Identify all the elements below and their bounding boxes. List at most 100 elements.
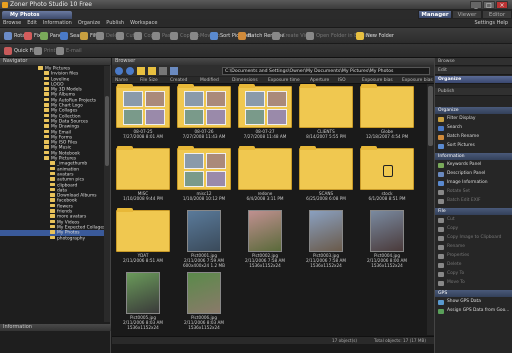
settings-help-links[interactable]: Settings Help <box>475 19 509 28</box>
path-input[interactable]: C:\Documents and Settings\Owner\My Docum… <box>222 67 430 75</box>
column-header-iso[interactable]: ISO <box>338 77 346 84</box>
thumbnail-item[interactable]: misc12 1/10/2008 10:12 PM <box>175 146 233 208</box>
panel-item-assign-gps-data-from-goo[interactable]: Assign GPS Data from Goo... <box>435 307 512 315</box>
tree-scrollbar[interactable] <box>104 66 110 322</box>
panel-item-cut[interactable]: Cut <box>435 216 512 224</box>
grid-scrollbar[interactable] <box>427 84 434 335</box>
toolbar-print-button[interactable]: Print <box>34 45 56 57</box>
close-button[interactable]: × <box>496 1 508 9</box>
thumbnail-item[interactable]: Pict0005.jpg 2/11/2006 8:03 AM 1536x1152x2… <box>114 272 172 332</box>
thumbnail-date: 1/10/2008 9:44 PM <box>123 196 163 201</box>
panel-item-filter-display[interactable]: Filter Display <box>435 115 512 123</box>
folder-preview-images <box>245 91 287 125</box>
panel-item-batch-edit-exif[interactable]: Batch Edit EXIF <box>435 197 512 205</box>
toolbar-e-mail-button[interactable]: E-mail <box>56 45 82 57</box>
copy-icon <box>438 226 444 232</box>
menu-publish[interactable]: Publish <box>103 19 127 28</box>
back-icon[interactable] <box>115 67 123 75</box>
panel-item-image-information[interactable]: Image Information <box>435 179 512 187</box>
tab-editor[interactable]: Editor <box>482 10 512 19</box>
panel-item-delete[interactable]: Delete <box>435 261 512 269</box>
folder-thumbnail <box>238 84 292 128</box>
panel-item-description-panel[interactable]: Description Panel <box>435 170 512 178</box>
view-mode-icon[interactable] <box>159 67 167 75</box>
panel-tab-organize[interactable]: Organize <box>435 76 512 84</box>
folder-tab <box>361 84 377 88</box>
thumbnail-item[interactable]: redone 6/4/2008 3:11 PM <box>236 146 294 208</box>
tree-item[interactable]: photography <box>0 235 104 241</box>
panel-item-copy[interactable]: Copy <box>435 225 512 233</box>
grid-scroll-thumb[interactable] <box>428 86 433 146</box>
minimize-button[interactable]: _ <box>470 1 482 9</box>
panel-item-rename[interactable]: Rename <box>435 243 512 251</box>
menu-browse[interactable]: Browse <box>0 19 24 28</box>
thumbnail-item[interactable]: SCANS 6/25/2008 6:08 PM <box>297 146 355 208</box>
thumbnail-item[interactable]: Globe 12/18/2007 4:54 PM <box>358 84 416 146</box>
thumbnail-item[interactable]: Pict0006.jpg 2/11/2006 8:03 AM 1536x1152x2… <box>175 272 233 332</box>
thumbnail-view-icon[interactable] <box>170 67 178 75</box>
thumbnail-item[interactable]: 08-07-27 7/27/2008 11:48 AM <box>236 84 294 146</box>
thumbnail-item[interactable]: stock 6/1/2008 8:51 PM <box>358 146 416 208</box>
thumbnail-item[interactable]: Pict0004.jpg 2/11/2006 8:00 AM 1536x1152x2… <box>358 210 416 270</box>
thumbnail-item[interactable]: 08-07-25 7/27/2008 8:01 AM <box>114 84 172 146</box>
toolbar-new-folder-button[interactable]: New Folder <box>356 30 394 42</box>
thumbnail-item[interactable]: Pict0001.jpg 2/11/2006 7:59 AM 600x400x24 … <box>175 210 233 270</box>
panel-item-rotate-set[interactable]: Rotate Set <box>435 188 512 196</box>
toolbar-fix-button[interactable]: Fix <box>24 30 41 42</box>
toolbar-label: Print <box>44 48 56 54</box>
doc-tab-my-photos[interactable]: My Photos <box>2 11 72 19</box>
panel-item-show-gps-data[interactable]: Show GPS Data <box>435 298 512 306</box>
thumbnail-date: 1/10/2008 10:12 PM <box>182 196 226 201</box>
column-header-exposure-time[interactable]: Exposure time <box>268 77 300 84</box>
cut-icon <box>116 32 124 40</box>
new-folder-icon[interactable] <box>148 67 156 75</box>
toolbar-quick-fix-button[interactable]: Quick Fix <box>4 45 37 57</box>
panel-item-move-to[interactable]: Move To <box>435 279 512 287</box>
toolbar-cut-button[interactable]: Cut <box>116 30 135 42</box>
column-header-name[interactable]: Name <box>115 77 128 84</box>
status-bar: 17 object(s) Total objects: 17 (17 MB) <box>112 336 434 344</box>
folder-icon <box>44 118 49 123</box>
thumbnail-item[interactable]: CLIENTS 8/14/2007 5:55 PM <box>297 84 355 146</box>
panel-tab-edit[interactable]: Edit <box>435 67 512 75</box>
column-header-dimensions[interactable]: Dimensions <box>232 77 258 84</box>
tab-manager[interactable]: Manager <box>418 10 452 19</box>
thumbnail-item[interactable]: Pict0002.jpg 2/11/2006 7:58 AM 1536x1152x2… <box>236 210 294 270</box>
column-header-created[interactable]: Created <box>170 77 187 84</box>
thumbnail-item[interactable]: MISC 1/10/2008 9:44 PM <box>114 146 172 208</box>
panel-item-batch-rename[interactable]: Batch Rename <box>435 133 512 141</box>
thumbnail-item[interactable]: YDAT 2/11/2006 8:51 AM <box>114 208 172 270</box>
column-header-aperture[interactable]: Aperture <box>310 77 329 84</box>
forward-icon[interactable] <box>126 67 134 75</box>
maximize-button[interactable]: □ <box>483 1 495 9</box>
tree-scroll-thumb[interactable] <box>105 96 109 166</box>
panel-item-keywords-panel[interactable]: Keywords Panel <box>435 161 512 169</box>
panel-tab-publish[interactable]: Publish <box>435 88 512 96</box>
menu-edit[interactable]: Edit <box>24 19 40 28</box>
column-header-exposure-bias[interactable]: Exposure bias <box>362 77 393 84</box>
folder-thumbnail <box>177 146 231 190</box>
thumbnail-item[interactable]: Pict0003.jpg 2/11/2006 7:58 AM 1536x1152x2… <box>297 210 355 270</box>
panel-item-properties[interactable]: Properties <box>435 252 512 260</box>
tab-viewer[interactable]: Viewer <box>452 10 482 19</box>
panel-item-copy-image-to-clipboard[interactable]: Copy Image to Clipboard <box>435 234 512 242</box>
folder-up-icon[interactable] <box>137 67 145 75</box>
menu-information[interactable]: Information <box>40 19 75 28</box>
panel-tab-browse[interactable]: Browse <box>435 58 512 66</box>
column-header-exposure-bias[interactable]: Exposure bias <box>402 77 433 84</box>
folder-preview-images <box>123 91 165 125</box>
column-header-file-size[interactable]: File Size <box>140 77 158 84</box>
panel-item-search[interactable]: Search <box>435 124 512 132</box>
folder-icon <box>44 129 49 134</box>
thumbnail-item[interactable]: 08-07-26 7/27/2008 11:43 AM <box>175 84 233 146</box>
column-header-modified[interactable]: Modified <box>200 77 219 84</box>
folder-icon <box>50 224 55 229</box>
panel-item-copy-to[interactable]: Copy To <box>435 270 512 278</box>
panel-item-label: Copy <box>447 226 459 231</box>
menu-workspace[interactable]: Workspace <box>127 19 160 28</box>
rotate-icon <box>4 32 12 40</box>
menu-organize[interactable]: Organize <box>75 19 103 28</box>
information-section-header: Information <box>435 153 512 160</box>
panel-item-sort-pictures[interactable]: Sort Pictures <box>435 142 512 150</box>
preview-image <box>206 171 226 187</box>
